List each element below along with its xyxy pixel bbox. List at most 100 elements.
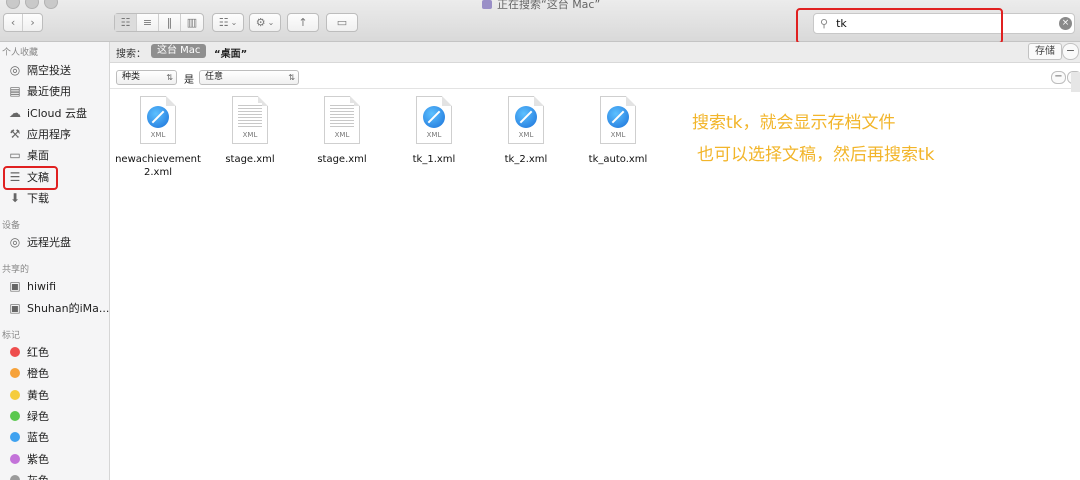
- orange-tag-dot-icon: [10, 368, 20, 378]
- sidebar-item-shuhan-imac[interactable]: ▣ Shuhan的iMa...: [8, 298, 109, 318]
- gray-tag-dot-icon: [10, 475, 20, 480]
- scope-this-mac-button[interactable]: 这台 Mac: [151, 44, 207, 58]
- share-button[interactable]: ↑: [287, 13, 319, 32]
- green-tag-dot-icon: [10, 411, 20, 421]
- sidebar-tag-purple[interactable]: 紫色: [8, 449, 49, 469]
- forward-button[interactable]: ›: [23, 14, 42, 31]
- annotation-line-1: 搜索tk，就会显示存档文件: [692, 113, 896, 133]
- search-scope-bar: 搜索： 这台 Mac “桌面” 存储 −: [110, 42, 1080, 63]
- remove-criterion-button[interactable]: −: [1051, 71, 1066, 84]
- xml-safari-file-icon: XML: [140, 96, 176, 144]
- red-tag-dot-icon: [10, 347, 20, 357]
- sidebar: 个人收藏 ◎ 隔空投送 ▤ 最近使用 ☁ iCloud 云盘 ⚒ 应用程序 ▭ 桌面 ☰ 文…: [0, 42, 110, 480]
- sidebar-item-icloud-drive[interactable]: ☁ iCloud 云盘: [8, 103, 87, 123]
- file-item[interactable]: XML stage.xml: [202, 96, 298, 166]
- columns-icon: ‖: [166, 16, 173, 29]
- disc-icon: ◎: [9, 235, 21, 249]
- sidebar-item-remote-disc[interactable]: ◎ 远程光盘: [8, 232, 71, 252]
- group-by-button[interactable]: ☷ ⌄: [212, 13, 244, 32]
- blue-tag-dot-icon: [10, 432, 20, 442]
- clear-search-icon[interactable]: ×: [1059, 17, 1072, 30]
- file-item[interactable]: XML newachievement2.xml: [110, 96, 206, 179]
- sidebar-item-hiwifi[interactable]: ▣ hiwifi: [8, 276, 56, 296]
- file-name: stage.xml: [317, 154, 367, 165]
- list-view-button[interactable]: ≡: [137, 14, 159, 31]
- grid-icon: ☷: [120, 16, 131, 29]
- file-name: tk_1.xml: [412, 154, 456, 165]
- criteria-is-label: 是: [184, 75, 194, 86]
- view-mode-segmented: ☷ ≡ ‖ ▥: [114, 13, 204, 32]
- airdrop-icon: ◎: [9, 63, 21, 77]
- xml-safari-file-icon: XML: [416, 96, 452, 144]
- documents-highlight-annotation: [3, 166, 58, 190]
- sidebar-item-desktop[interactable]: ▭ 桌面: [8, 145, 49, 165]
- list-icon: ≡: [142, 16, 153, 29]
- chevron-down-icon: ⌄: [230, 18, 238, 27]
- scope-desktop-button[interactable]: “桌面”: [214, 45, 247, 60]
- share-icon: ↑: [298, 16, 308, 29]
- sidebar-section-devices: 设备: [2, 221, 21, 231]
- tag-icon: ▭: [336, 16, 348, 29]
- desktop-icon: ▭: [9, 148, 21, 162]
- search-highlight-annotation: [796, 8, 1003, 44]
- download-icon: ⬇: [9, 191, 21, 205]
- search-folder-icon: [482, 0, 492, 9]
- network-server-icon: ▣: [9, 279, 21, 293]
- cloud-icon: ☁: [9, 106, 21, 120]
- xml-text-file-icon: XML: [324, 96, 360, 144]
- chevron-left-icon: ‹: [10, 16, 16, 29]
- minimize-window-button[interactable]: [25, 0, 39, 9]
- xml-text-file-icon: XML: [232, 96, 268, 144]
- file-name: tk_2.xml: [504, 154, 548, 165]
- sidebar-item-recents[interactable]: ▤ 最近使用: [8, 81, 71, 101]
- xml-safari-file-icon: XML: [600, 96, 636, 144]
- action-button[interactable]: ⚙ ⌄: [249, 13, 281, 32]
- chevron-down-icon: ⌄: [267, 18, 275, 27]
- zoom-window-button[interactable]: [44, 0, 58, 9]
- cover-flow-icon: ▥: [186, 16, 198, 29]
- chevron-right-icon: ›: [30, 16, 35, 29]
- sidebar-item-downloads[interactable]: ⬇ 下载: [8, 188, 49, 208]
- nav-buttons: ‹ ›: [3, 13, 43, 32]
- file-item[interactable]: XML stage.xml: [294, 96, 390, 166]
- remove-scope-button[interactable]: −: [1062, 43, 1079, 60]
- sidebar-tag-green[interactable]: 绿色: [8, 406, 49, 426]
- sidebar-section-favorites: 个人收藏: [2, 48, 39, 58]
- window-title: 正在搜索“这台 Mac”: [482, 0, 600, 12]
- annotation-line-2: 也可以选择文稿，然后再搜索tk: [697, 145, 935, 165]
- computer-icon: ▣: [9, 301, 21, 315]
- search-scope-label: 搜索：: [116, 49, 146, 60]
- file-name: stage.xml: [225, 154, 275, 165]
- popup-arrows-icon: ⇅: [288, 73, 295, 82]
- icon-view-button[interactable]: ☷: [115, 14, 137, 31]
- sidebar-section-tags: 标记: [2, 331, 21, 341]
- tag-button[interactable]: ▭: [326, 13, 358, 32]
- sidebar-section-shared: 共享的: [2, 265, 30, 275]
- save-search-button[interactable]: 存储: [1028, 43, 1062, 60]
- file-item[interactable]: XML tk_1.xml: [386, 96, 482, 166]
- kind-popup[interactable]: 种类 ⇅: [116, 70, 177, 85]
- close-window-button[interactable]: [6, 0, 20, 9]
- back-button[interactable]: ‹: [4, 14, 24, 31]
- applications-icon: ⚒: [9, 127, 21, 141]
- xml-safari-file-icon: XML: [508, 96, 544, 144]
- column-view-button[interactable]: ‖: [159, 14, 181, 31]
- file-item[interactable]: XML tk_auto.xml: [570, 96, 666, 166]
- file-name: tk_auto.xml: [588, 154, 648, 165]
- sidebar-tag-blue[interactable]: 蓝色: [8, 427, 49, 447]
- scrollbar[interactable]: [1071, 72, 1080, 92]
- popup-arrows-icon: ⇅: [166, 73, 173, 82]
- sidebar-tag-yellow[interactable]: 黄色: [8, 385, 49, 405]
- file-name: newachievement2.xml: [115, 154, 201, 178]
- group-icon: ☷: [218, 16, 229, 29]
- sidebar-tag-gray[interactable]: 灰色: [8, 470, 49, 480]
- cover-flow-button[interactable]: ▥: [181, 14, 203, 31]
- sidebar-item-applications[interactable]: ⚒ 应用程序: [8, 124, 71, 144]
- purple-tag-dot-icon: [10, 454, 20, 464]
- any-popup[interactable]: 任意 ⇅: [199, 70, 299, 85]
- file-item[interactable]: XML tk_2.xml: [478, 96, 574, 166]
- sidebar-tag-red[interactable]: 红色: [8, 342, 49, 362]
- recents-icon: ▤: [9, 84, 21, 98]
- sidebar-item-airdrop[interactable]: ◎ 隔空投送: [8, 60, 71, 80]
- sidebar-tag-orange[interactable]: 橙色: [8, 363, 49, 383]
